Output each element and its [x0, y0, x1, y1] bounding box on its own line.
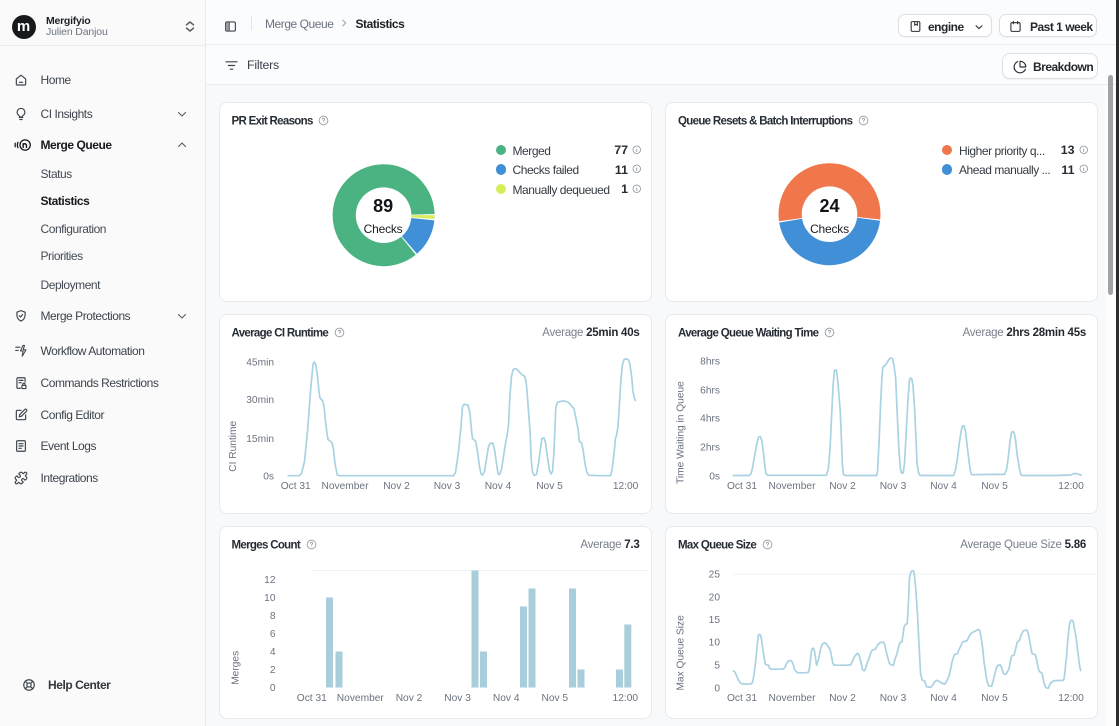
svg-text:November: November [321, 481, 369, 492]
svg-text:Nov 2: Nov 2 [829, 481, 856, 492]
svg-text:Nov 3: Nov 3 [433, 481, 460, 492]
svg-text:Nov 4: Nov 4 [930, 481, 957, 492]
svg-text:CI Runtime: CI Runtime [228, 420, 239, 471]
svg-text:4hrs: 4hrs [700, 413, 720, 424]
svg-text:Nov 5: Nov 5 [981, 481, 1008, 492]
svg-text:Time Waiting in Queue: Time Waiting in Queue [676, 380, 687, 483]
svg-text:45min: 45min [246, 357, 274, 368]
svg-text:Nov 4: Nov 4 [484, 481, 511, 492]
svg-text:Max Queue Size: Max Queue Size [676, 614, 687, 690]
svg-text:0: 0 [714, 683, 720, 694]
svg-text:Oct 31: Oct 31 [727, 693, 757, 704]
svg-text:Oct 31: Oct 31 [727, 481, 757, 492]
svg-text:Nov 3: Nov 3 [444, 693, 471, 704]
svg-text:15: 15 [709, 615, 721, 626]
svg-text:12:00: 12:00 [1058, 693, 1084, 704]
svg-text:2hrs: 2hrs [700, 442, 720, 453]
svg-text:November: November [769, 693, 817, 704]
svg-text:Merges: Merges [230, 650, 241, 684]
svg-text:12:00: 12:00 [612, 481, 638, 492]
svg-text:2: 2 [269, 665, 275, 676]
svg-text:Oct 31: Oct 31 [296, 693, 326, 704]
svg-text:15min: 15min [246, 434, 274, 445]
svg-text:10: 10 [264, 593, 276, 604]
svg-text:5: 5 [714, 660, 720, 671]
svg-text:6: 6 [269, 629, 275, 640]
svg-text:Nov 4: Nov 4 [492, 693, 519, 704]
svg-text:November: November [769, 481, 817, 492]
svg-text:0s: 0s [709, 471, 720, 482]
svg-text:0s: 0s [263, 471, 274, 482]
svg-text:6hrs: 6hrs [700, 385, 720, 396]
svg-text:12: 12 [264, 575, 276, 586]
svg-text:Nov 2: Nov 2 [383, 481, 410, 492]
svg-text:Nov 5: Nov 5 [536, 481, 563, 492]
svg-text:12:00: 12:00 [1058, 481, 1084, 492]
svg-text:0: 0 [269, 683, 275, 694]
svg-text:Nov 5: Nov 5 [541, 693, 568, 704]
svg-text:Nov 2: Nov 2 [829, 693, 856, 704]
svg-text:Oct 31: Oct 31 [280, 481, 310, 492]
svg-text:Nov 5: Nov 5 [981, 693, 1008, 704]
svg-text:30min: 30min [246, 395, 274, 406]
svg-text:November: November [336, 693, 384, 704]
svg-text:25: 25 [709, 569, 721, 580]
svg-text:8hrs: 8hrs [700, 356, 720, 367]
svg-text:4: 4 [269, 647, 275, 658]
svg-text:20: 20 [709, 592, 721, 603]
svg-text:Nov 2: Nov 2 [395, 693, 422, 704]
svg-text:Nov 3: Nov 3 [880, 693, 907, 704]
svg-text:8: 8 [269, 611, 275, 622]
svg-text:12:00: 12:00 [612, 693, 638, 704]
svg-text:10: 10 [709, 637, 721, 648]
svg-text:Nov 4: Nov 4 [930, 693, 957, 704]
svg-text:Nov 3: Nov 3 [880, 481, 907, 492]
